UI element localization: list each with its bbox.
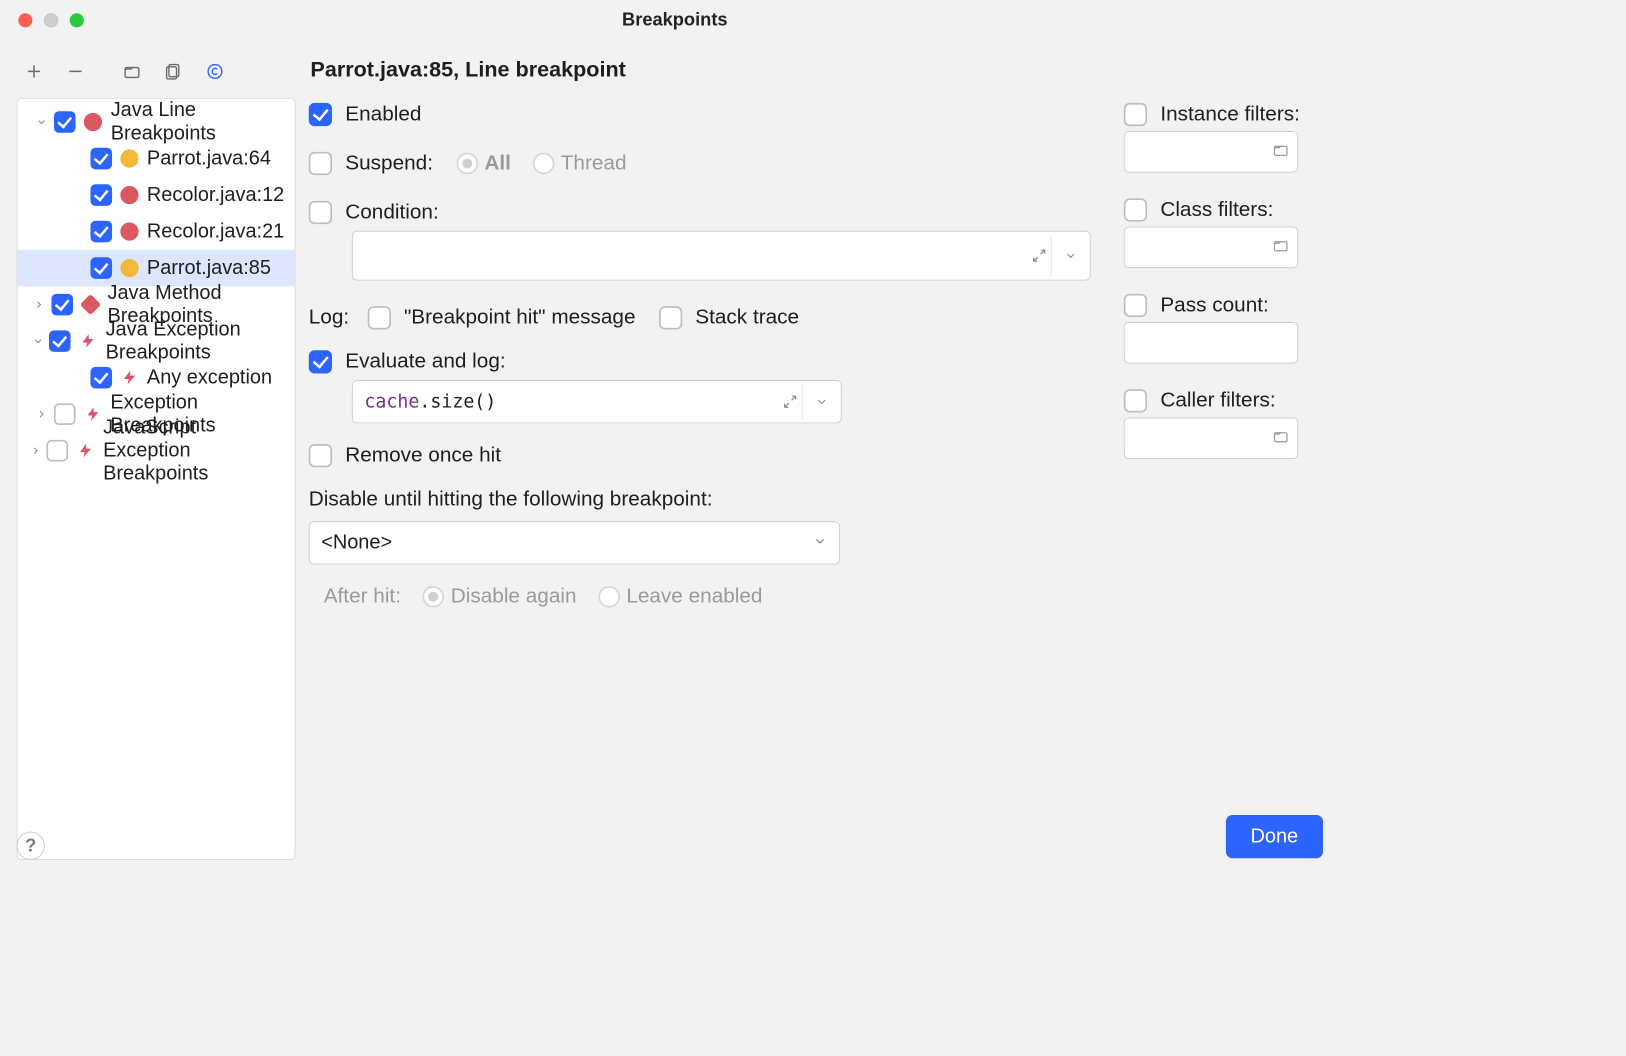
tree-group-checkbox[interactable] [47, 440, 69, 462]
expand-icon[interactable] [1028, 244, 1051, 267]
instance-filters-field[interactable] [1124, 131, 1298, 173]
tree-item-checkbox[interactable] [90, 367, 112, 389]
condition-label: Condition: [345, 200, 438, 224]
group-by-file-button[interactable] [163, 61, 185, 83]
condition-history-dropdown[interactable] [1052, 249, 1090, 262]
suspend-all-label: All [484, 151, 511, 175]
caller-filters-field[interactable] [1124, 417, 1298, 459]
instance-filters-checkbox[interactable] [1124, 103, 1147, 126]
caller-filters-label: Caller filters: [1160, 388, 1275, 412]
breakpoint-details-title: Parrot.java:85, Line breakpoint [310, 56, 1323, 82]
done-button[interactable]: Done [1226, 815, 1323, 858]
after-leave-enabled-radio[interactable] [598, 586, 620, 608]
add-breakpoint-button[interactable] [23, 61, 45, 83]
after-leave-enabled-label: Leave enabled [626, 584, 762, 608]
log-bp-hit-checkbox[interactable] [367, 306, 390, 329]
condition-checkbox[interactable] [309, 200, 332, 223]
help-button[interactable]: ? [17, 832, 45, 860]
suspend-all-radio[interactable] [456, 152, 478, 174]
browse-icon[interactable] [1272, 428, 1289, 449]
tree-group[interactable]: Java Line Breakpoints [17, 104, 294, 141]
tree-item-checkbox[interactable] [90, 148, 112, 170]
browse-icon[interactable] [1272, 237, 1289, 258]
tree-group-checkbox[interactable] [54, 403, 76, 425]
after-disable-again-label: Disable again [451, 584, 577, 608]
tree-group-label: Java Line Breakpoints [111, 99, 288, 145]
suspend-label: Suspend: [345, 151, 433, 175]
chevron-down-icon [813, 531, 828, 554]
chevron-right-icon[interactable] [33, 296, 46, 313]
tree-group-checkbox[interactable] [49, 330, 71, 352]
disable-until-value: <None> [321, 531, 392, 554]
group-by-package-button[interactable] [121, 61, 143, 83]
tree-item[interactable]: Recolor.java:12 [17, 177, 294, 214]
tree-group-label: Java Exception Breakpoints [106, 318, 288, 364]
suspend-thread-label: Thread [561, 151, 627, 175]
breakpoint-tree[interactable]: Java Line BreakpointsParrot.java:64Recol… [17, 98, 296, 860]
tree-item[interactable]: Parrot.java:64 [17, 140, 294, 177]
tree-item-label: Recolor.java:21 [147, 220, 284, 243]
tree-item[interactable]: Recolor.java:21 [17, 213, 294, 250]
remove-breakpoint-button[interactable] [65, 61, 87, 83]
eval-history-dropdown[interactable] [803, 395, 841, 408]
browse-icon[interactable] [1272, 142, 1289, 163]
caller-filters-checkbox[interactable] [1124, 389, 1147, 412]
tree-group-label: JavaScript Exception Breakpoints [103, 416, 288, 486]
chevron-down-icon[interactable] [34, 114, 49, 131]
tree-item-checkbox[interactable] [90, 257, 112, 279]
tree-item-label: Recolor.java:12 [147, 183, 284, 206]
expand-icon[interactable] [779, 390, 802, 413]
window-title: Breakpoints [0, 9, 1350, 31]
suspend-checkbox[interactable] [309, 151, 332, 174]
evaluate-log-field[interactable]: cache.size() [352, 380, 842, 423]
tree-group[interactable]: Java Exception Breakpoints [17, 323, 294, 360]
tree-group-checkbox[interactable] [51, 294, 73, 316]
tree-group[interactable]: JavaScript Exception Breakpoints [17, 432, 294, 469]
suspend-thread-radio[interactable] [533, 152, 555, 174]
tree-item-checkbox[interactable] [90, 184, 112, 206]
evaluate-log-label: Evaluate and log: [345, 349, 505, 373]
class-filters-checkbox[interactable] [1124, 198, 1147, 221]
pass-count-label: Pass count: [1160, 293, 1268, 317]
log-bp-hit-label: "Breakpoint hit" message [404, 305, 636, 329]
tree-group-checkbox[interactable] [54, 111, 76, 133]
chevron-down-icon[interactable] [32, 333, 44, 350]
class-filters-label: Class filters: [1160, 198, 1273, 222]
chevron-right-icon[interactable] [30, 442, 42, 459]
chevron-right-icon[interactable] [34, 406, 49, 423]
disable-until-label: Disable until hitting the following brea… [309, 487, 1091, 511]
remove-once-hit-checkbox[interactable] [309, 444, 332, 467]
eval-code-rest: .size() [419, 391, 496, 412]
class-filters-field[interactable] [1124, 227, 1298, 269]
log-stack-checkbox[interactable] [659, 306, 682, 329]
eval-code-identifier: cache [364, 391, 419, 412]
tree-item-label: Parrot.java:64 [147, 147, 271, 170]
log-label: Log: [309, 305, 349, 329]
after-disable-again-radio[interactable] [423, 586, 445, 608]
pass-count-field[interactable] [1124, 322, 1298, 363]
tree-item-label: Any exception [147, 366, 272, 389]
tree-item-checkbox[interactable] [90, 221, 112, 243]
evaluate-log-checkbox[interactable] [309, 350, 332, 373]
group-by-class-button[interactable] [204, 61, 226, 83]
pass-count-checkbox[interactable] [1124, 293, 1147, 316]
titlebar: Breakpoints [0, 0, 1350, 40]
remove-once-hit-label: Remove once hit [345, 443, 501, 467]
condition-field[interactable] [352, 231, 1091, 281]
enabled-checkbox[interactable] [309, 103, 332, 126]
tree-item-label: Parrot.java:85 [147, 256, 271, 279]
disable-until-select[interactable]: <None> [309, 521, 840, 564]
enabled-label: Enabled [345, 102, 421, 126]
instance-filters-label: Instance filters: [1160, 102, 1300, 126]
after-hit-label: After hit: [324, 584, 401, 608]
log-stack-label: Stack trace [695, 305, 799, 329]
tree-toolbar [17, 55, 296, 88]
